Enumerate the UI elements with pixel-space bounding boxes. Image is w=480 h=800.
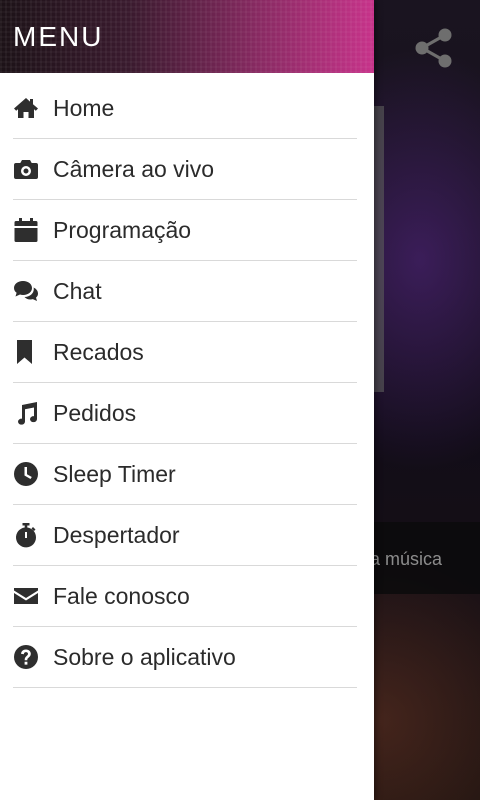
- envelope-icon: [13, 582, 41, 610]
- navigation-drawer: MENU Home Câmera ao vivo Programação Cha…: [0, 0, 374, 800]
- clock-icon: [13, 460, 41, 488]
- menu-item-camera[interactable]: Câmera ao vivo: [13, 139, 357, 200]
- menu-item-label: Despertador: [53, 521, 180, 548]
- menu-list: Home Câmera ao vivo Programação Chat Rec…: [0, 73, 374, 688]
- menu-item-label: Câmera ao vivo: [53, 155, 215, 182]
- music-note-icon: [13, 399, 41, 427]
- menu-item-sleep-timer[interactable]: Sleep Timer: [13, 444, 357, 505]
- background-now-playing-text: a música: [370, 549, 443, 569]
- bookmark-icon: [13, 338, 41, 366]
- question-circle-icon: [13, 643, 41, 671]
- chat-icon: [13, 277, 41, 305]
- drawer-header: MENU: [0, 0, 374, 73]
- menu-item-chat[interactable]: Chat: [13, 261, 357, 322]
- calendar-icon: [13, 216, 41, 244]
- menu-item-contact[interactable]: Fale conosco: [13, 566, 357, 627]
- menu-item-label: Fale conosco: [53, 582, 190, 609]
- menu-item-requests[interactable]: Pedidos: [13, 383, 357, 444]
- camera-icon: [13, 155, 41, 183]
- share-icon[interactable]: [413, 27, 455, 69]
- menu-item-messages[interactable]: Recados: [13, 322, 357, 383]
- menu-item-schedule[interactable]: Programação: [13, 200, 357, 261]
- menu-item-about[interactable]: Sobre o aplicativo: [13, 627, 357, 688]
- stopwatch-icon: [13, 521, 41, 549]
- menu-item-label: Chat: [53, 277, 102, 304]
- screen: a música MENU Home Câmera ao vivo Progra…: [0, 0, 480, 800]
- menu-item-label: Sleep Timer: [53, 460, 176, 487]
- menu-item-home[interactable]: Home: [13, 78, 357, 139]
- home-icon: [13, 94, 41, 122]
- menu-item-label: Pedidos: [53, 399, 137, 426]
- menu-item-label: Programação: [53, 216, 192, 243]
- menu-item-label: Recados: [53, 338, 144, 365]
- menu-item-label: Sobre o aplicativo: [53, 643, 236, 670]
- menu-item-label: Home: [53, 94, 115, 121]
- menu-item-alarm[interactable]: Despertador: [13, 505, 357, 566]
- menu-title: MENU: [13, 20, 104, 52]
